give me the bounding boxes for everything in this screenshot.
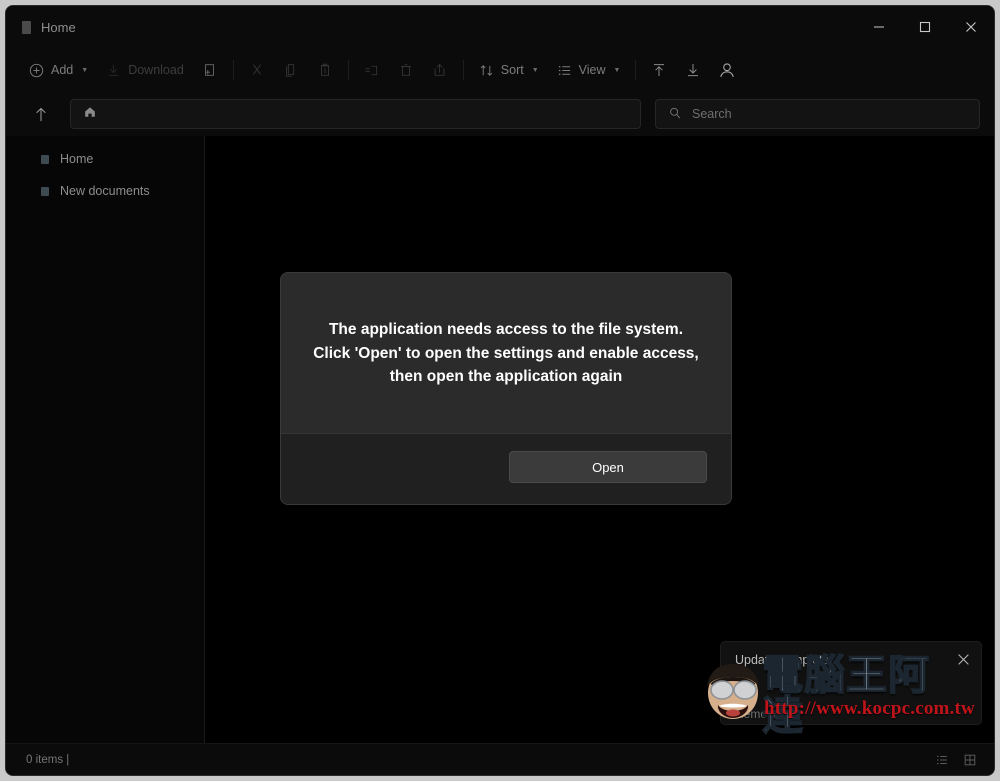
download-label: Download bbox=[128, 63, 184, 77]
tab-document-icon bbox=[22, 20, 31, 34]
chevron-down-icon: ▼ bbox=[81, 66, 89, 74]
titlebar-drag-region[interactable] bbox=[94, 6, 856, 48]
scissors-icon bbox=[252, 64, 261, 75]
toast-subtitle: Removed bbox=[735, 707, 787, 721]
search-icon bbox=[668, 106, 682, 123]
chevron-down-icon: ▼ bbox=[531, 66, 539, 74]
copy-button[interactable] bbox=[274, 55, 308, 85]
download-button[interactable]: Download bbox=[97, 55, 193, 85]
view-button[interactable]: View ▼ bbox=[548, 55, 630, 85]
arrow-up-icon bbox=[36, 107, 46, 121]
toolbar-separator-3 bbox=[462, 60, 464, 80]
chevron-down-icon: ▼ bbox=[613, 66, 621, 74]
desktop-background: Home Add ▼ Download Sort ▼ View ▼ Search… bbox=[0, 0, 1000, 781]
grid-view-toggle[interactable] bbox=[958, 749, 982, 771]
list-view-icon bbox=[937, 755, 947, 764]
download-icon bbox=[106, 63, 121, 78]
dialog-message: The application needs access to the file… bbox=[313, 321, 699, 386]
dialog-body: The application needs access to the file… bbox=[281, 273, 731, 433]
toast-title: Update complete bbox=[735, 653, 830, 667]
delete-button[interactable] bbox=[389, 55, 423, 85]
view-label: View bbox=[578, 63, 606, 77]
trash-icon bbox=[400, 64, 411, 76]
sort-arrows-icon bbox=[479, 63, 494, 78]
file-manager-window: Home Add ▼ Download Sort ▼ View ▼ Search… bbox=[5, 5, 995, 776]
grid-view-icon bbox=[964, 754, 976, 765]
search-input[interactable]: Search bbox=[655, 99, 980, 129]
toast-close-button[interactable] bbox=[953, 649, 973, 669]
cut-button[interactable] bbox=[240, 55, 274, 85]
copy-icon bbox=[285, 64, 294, 77]
update-toast: Update complete Removed bbox=[720, 641, 982, 725]
window-body: Home New documents The application needs… bbox=[6, 136, 994, 743]
download-all-button[interactable] bbox=[676, 55, 710, 85]
paste-icon bbox=[320, 63, 329, 76]
new-folder-button[interactable] bbox=[193, 55, 227, 85]
download-icon bbox=[688, 64, 699, 77]
account-person-icon bbox=[720, 63, 735, 78]
maximize-button[interactable] bbox=[902, 6, 948, 48]
folder-icon bbox=[41, 154, 49, 164]
breadcrumb[interactable] bbox=[70, 99, 641, 129]
list-view-toggle[interactable] bbox=[930, 749, 954, 771]
minimize-button[interactable] bbox=[856, 6, 902, 48]
close-icon bbox=[957, 653, 969, 665]
sidebar-item-new-documents[interactable]: New documents bbox=[14, 176, 196, 206]
window-tab-home[interactable]: Home bbox=[6, 6, 94, 48]
permission-dialog: The application needs access to the file… bbox=[280, 272, 732, 506]
list-view-icon bbox=[557, 63, 572, 78]
view-toggles bbox=[930, 749, 982, 771]
sort-label: Sort bbox=[500, 63, 524, 77]
folder-icon bbox=[41, 186, 49, 196]
account-button[interactable] bbox=[710, 55, 744, 85]
add-button[interactable]: Add ▼ bbox=[20, 55, 97, 85]
paste-button[interactable] bbox=[308, 55, 342, 85]
title-bar: Home bbox=[6, 6, 994, 48]
upload-button[interactable] bbox=[642, 55, 676, 85]
toolbar-separator-4 bbox=[635, 60, 637, 80]
file-list-area[interactable]: The application needs access to the file… bbox=[205, 136, 994, 743]
close-button[interactable] bbox=[948, 6, 994, 48]
address-row: Search bbox=[6, 92, 994, 136]
sort-button[interactable]: Sort ▼ bbox=[470, 55, 548, 85]
toolbar-separator bbox=[232, 60, 234, 80]
add-label: Add bbox=[51, 63, 74, 77]
main-toolbar: Add ▼ Download Sort ▼ View ▼ bbox=[6, 48, 994, 92]
share-button[interactable] bbox=[423, 55, 457, 85]
status-bar: 0 items | bbox=[6, 743, 994, 775]
navigate-up-button[interactable] bbox=[26, 99, 56, 129]
sidebar-item-label: New documents bbox=[60, 184, 150, 198]
window-tab-label: Home bbox=[41, 19, 76, 35]
search-placeholder: Search bbox=[692, 107, 732, 121]
new-folder-icon bbox=[204, 64, 214, 76]
rename-button[interactable] bbox=[355, 55, 389, 85]
share-icon bbox=[434, 64, 445, 76]
upload-icon bbox=[654, 64, 665, 76]
toolbar-separator-2 bbox=[347, 60, 349, 80]
home-icon bbox=[83, 105, 97, 124]
window-controls bbox=[856, 6, 994, 48]
rename-icon bbox=[365, 65, 378, 75]
sidebar: Home New documents bbox=[6, 136, 205, 743]
item-count-label: 0 items | bbox=[26, 753, 70, 766]
sidebar-item-home[interactable]: Home bbox=[14, 144, 196, 174]
sidebar-item-label: Home bbox=[60, 152, 94, 166]
plus-circle-icon bbox=[29, 63, 44, 78]
open-button[interactable]: Open bbox=[509, 451, 707, 484]
dialog-footer: Open bbox=[281, 433, 731, 505]
